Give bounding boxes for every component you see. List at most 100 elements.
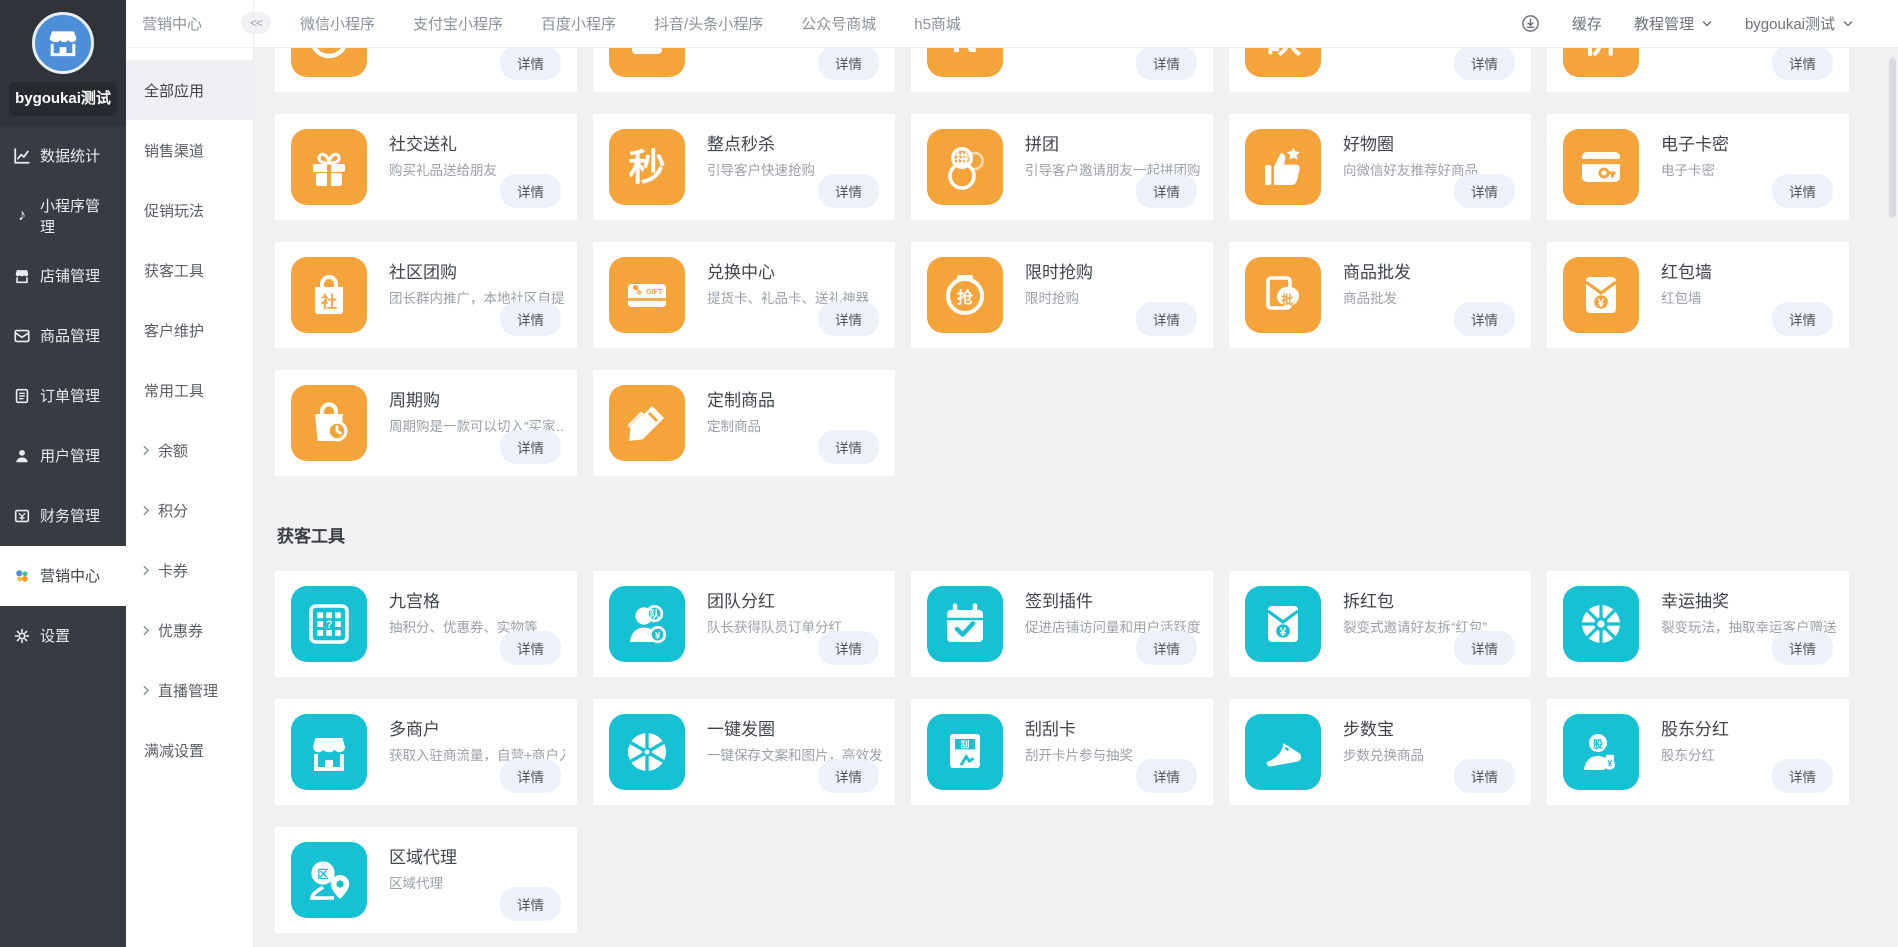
sidebar-item-2[interactable]: 店铺管理 bbox=[0, 246, 126, 306]
card-title: 股东分红 bbox=[1661, 715, 1729, 740]
submenu-item-8[interactable]: 卡券 bbox=[126, 540, 253, 600]
redpacket-icon: ¥ bbox=[1245, 586, 1321, 662]
sidebar-item-8[interactable]: 设置 bbox=[0, 606, 126, 666]
sidebar-item-4[interactable]: 订单管理 bbox=[0, 366, 126, 426]
svg-text:队: 队 bbox=[650, 608, 661, 621]
detail-button[interactable]: 详情 bbox=[1454, 48, 1515, 80]
cache-button[interactable]: 缓存 bbox=[1572, 13, 1602, 34]
topnav-tab-5[interactable]: h5商城 bbox=[914, 13, 961, 34]
submenu-header: 营销中心 << bbox=[126, 0, 253, 48]
detail-button[interactable]: 详情 bbox=[818, 302, 879, 336]
detail-button[interactable]: 详情 bbox=[1772, 759, 1833, 793]
topnav-tab-2[interactable]: 百度小程序 bbox=[541, 13, 616, 34]
detail-button[interactable]: 详情 bbox=[500, 430, 561, 464]
submenu-item-10[interactable]: 直播管理 bbox=[126, 660, 253, 720]
card-title: 签到插件 bbox=[1025, 587, 1093, 612]
detail-button[interactable]: 详情 bbox=[1772, 174, 1833, 208]
sidebar-item-5[interactable]: 用户管理 bbox=[0, 426, 126, 486]
detail-button[interactable]: 详情 bbox=[1454, 759, 1515, 793]
sidebar-nav: 数据统计♪小程序管理店铺管理商品管理订单管理用户管理财务管理营销中心设置 bbox=[0, 126, 126, 666]
detail-button[interactable]: 详情 bbox=[818, 48, 879, 80]
svg-text:¥: ¥ bbox=[1598, 296, 1605, 310]
detail-button[interactable]: 详情 bbox=[1772, 631, 1833, 665]
app-card: 秒整点秒杀引导客户快速抢购详情 bbox=[593, 114, 895, 220]
order-icon bbox=[13, 387, 31, 405]
detail-button[interactable]: 详情 bbox=[1136, 174, 1197, 208]
submenu-item-1[interactable]: 销售渠道 bbox=[126, 120, 253, 180]
card-title: 拆红包 bbox=[1343, 587, 1394, 612]
submenu-item-label: 获客工具 bbox=[144, 260, 204, 281]
detail-button[interactable]: 详情 bbox=[500, 302, 561, 336]
app-card: 一键发圈一键保存文案和图片，高效发…详情 bbox=[593, 699, 895, 805]
topnav-tab-4[interactable]: 公众号商城 bbox=[801, 13, 876, 34]
app-card: GIFT兑换中心提货卡、礼品卡、送礼神器详情 bbox=[593, 242, 895, 348]
detail-button[interactable]: 详情 bbox=[1136, 631, 1197, 665]
cardkey-icon bbox=[1563, 129, 1639, 205]
topbar-actions: 缓存 教程管理 bygoukai测试 bbox=[1521, 13, 1898, 34]
detail-button[interactable]: 详情 bbox=[818, 759, 879, 793]
topnav-tab-0[interactable]: 微信小程序 bbox=[300, 13, 375, 34]
detail-button[interactable]: 详情 bbox=[1136, 48, 1197, 80]
sidebar-item-label: 店铺管理 bbox=[40, 265, 100, 286]
topnav-tab-1[interactable]: 支付宝小程序 bbox=[413, 13, 503, 34]
detail-button[interactable]: 详情 bbox=[1454, 174, 1515, 208]
sidebar: bygoukai测试 数据统计♪小程序管理店铺管理商品管理订单管理用户管理财务管… bbox=[0, 0, 126, 947]
card-title: 社区团购 bbox=[389, 258, 457, 283]
sidebar-item-7[interactable]: 营销中心 bbox=[0, 546, 126, 606]
svg-text:区: 区 bbox=[317, 868, 328, 881]
submenu-item-11[interactable]: 满减设置 bbox=[126, 720, 253, 780]
submenu-item-5[interactable]: 常用工具 bbox=[126, 360, 253, 420]
submenu-item-9[interactable]: 优惠券 bbox=[126, 600, 253, 660]
svg-text:¥: ¥ bbox=[655, 631, 661, 642]
sidebar-item-1[interactable]: ♪小程序管理 bbox=[0, 186, 126, 246]
tutorial-menu[interactable]: 教程管理 bbox=[1634, 13, 1713, 34]
app-card: 步数宝步数兑换商品详情 bbox=[1229, 699, 1531, 805]
topnav-tab-3[interactable]: 抖音/头条小程序 bbox=[654, 13, 763, 34]
cache-label: 缓存 bbox=[1572, 13, 1602, 34]
app-card: 电子卡密电子卡密详情 bbox=[1547, 114, 1849, 220]
detail-button[interactable]: 详情 bbox=[818, 430, 879, 464]
app-card: combo详情 bbox=[593, 48, 895, 92]
sidebar-item-3[interactable]: 商品管理 bbox=[0, 306, 126, 366]
user-menu[interactable]: bygoukai测试 bbox=[1745, 13, 1854, 34]
submenu-item-label: 客户维护 bbox=[144, 320, 204, 341]
detail-button[interactable]: 详情 bbox=[500, 759, 561, 793]
card-title: 一键发圈 bbox=[707, 715, 775, 740]
download-button[interactable] bbox=[1521, 14, 1540, 33]
app-card: 签到插件促进店铺访问量和用户活跃度详情 bbox=[911, 571, 1213, 677]
detail-button[interactable]: 详情 bbox=[500, 631, 561, 665]
detail-button[interactable]: 详情 bbox=[500, 887, 561, 921]
detail-button[interactable]: 详情 bbox=[1772, 302, 1833, 336]
collapse-submenu-button[interactable]: << bbox=[241, 12, 271, 34]
detail-button[interactable]: 详情 bbox=[1136, 759, 1197, 793]
submenu-item-2[interactable]: 促销玩法 bbox=[126, 180, 253, 240]
detail-button[interactable]: 详情 bbox=[1454, 631, 1515, 665]
svg-text:社: 社 bbox=[320, 292, 337, 311]
submenu-item-6[interactable]: 余额 bbox=[126, 420, 253, 480]
detail-button[interactable]: 详情 bbox=[818, 631, 879, 665]
detail-button[interactable]: 详情 bbox=[1454, 302, 1515, 336]
miniprogram-icon: ♪ bbox=[13, 207, 31, 225]
submenu-item-7[interactable]: 积分 bbox=[126, 480, 253, 540]
submenu-item-4[interactable]: 客户维护 bbox=[126, 300, 253, 360]
submenu-item-3[interactable]: 获客工具 bbox=[126, 240, 253, 300]
letter-n-icon: N bbox=[927, 48, 1003, 77]
sidebar-item-0[interactable]: 数据统计 bbox=[0, 126, 126, 186]
exchange-icon: GIFT bbox=[609, 257, 685, 333]
scrollbar-thumb[interactable] bbox=[1889, 58, 1896, 218]
checkin-icon bbox=[927, 586, 1003, 662]
app-root: bygoukai测试 数据统计♪小程序管理店铺管理商品管理订单管理用户管理财务管… bbox=[0, 0, 1898, 947]
sidebar-item-6[interactable]: 财务管理 bbox=[0, 486, 126, 546]
detail-button[interactable]: 详情 bbox=[1772, 48, 1833, 80]
detail-button[interactable]: 详情 bbox=[500, 174, 561, 208]
submenu-item-0[interactable]: 全部应用 bbox=[126, 60, 253, 120]
flashsale-icon: 抢 bbox=[927, 257, 1003, 333]
detail-button[interactable]: 详情 bbox=[818, 174, 879, 208]
chevron-right-icon bbox=[140, 684, 153, 697]
chevron-right-icon bbox=[140, 564, 153, 577]
topbar: 微信小程序 支付宝小程序 百度小程序 抖音/头条小程序 公众号商城 h5商城 缓存 教程管… bbox=[254, 0, 1898, 48]
svg-text:拼: 拼 bbox=[955, 151, 968, 166]
detail-button[interactable]: 详情 bbox=[500, 48, 561, 80]
app-card: N 详情 bbox=[911, 48, 1213, 92]
detail-button[interactable]: 详情 bbox=[1136, 302, 1197, 336]
